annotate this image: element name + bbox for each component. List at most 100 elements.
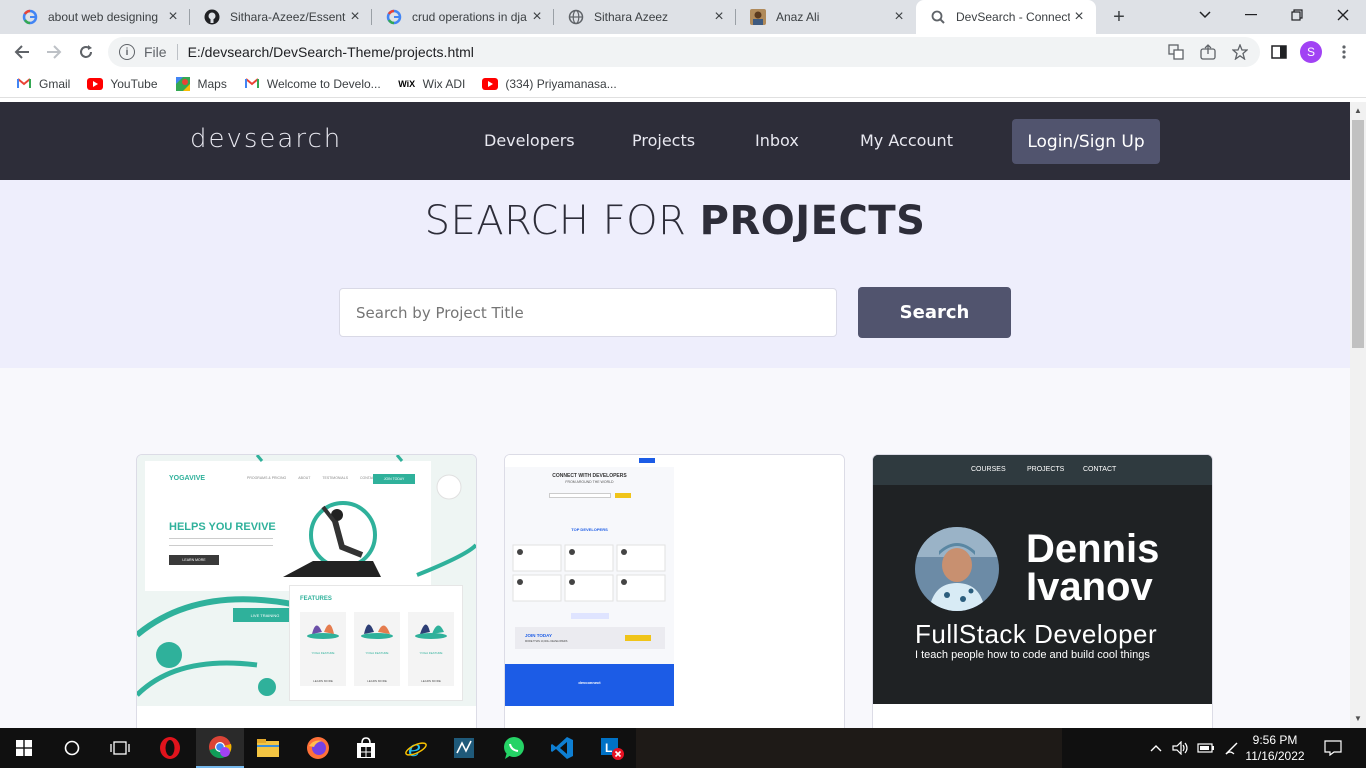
windows-taskbar: e L 9:56 PM 11/16/2022 — [0, 728, 1366, 768]
wix-icon: WiX — [398, 78, 416, 89]
thumb-bottom-strip — [873, 704, 1212, 706]
browser-tab[interactable]: Sithara-Azeez/Essentia × — [190, 0, 372, 34]
thumb-nav-bar: COURSES PROJECTS CONTACT — [873, 455, 1212, 485]
share-icon[interactable] — [1199, 43, 1217, 61]
mysql-workbench-app[interactable] — [440, 728, 488, 768]
nav-link-inbox[interactable]: Inbox — [755, 131, 799, 150]
tab-title: crud operations in dja — [412, 10, 527, 24]
browser-tab[interactable]: Anaz Ali × — [736, 0, 916, 34]
thumb-join-button — [625, 635, 651, 641]
protocol-label: File — [144, 44, 167, 60]
nav-link-developers[interactable]: Developers — [484, 131, 575, 150]
minimize-button[interactable] — [1228, 0, 1274, 30]
youtube-icon — [87, 77, 104, 91]
vscode-app[interactable] — [538, 728, 586, 768]
star-icon[interactable] — [1231, 43, 1249, 61]
project-card[interactable]: YOGAVIVE PROGRAMS & PRICING ABOUT TESTIM… — [136, 454, 477, 728]
start-button[interactable] — [0, 728, 48, 768]
page-scrollbar[interactable]: ▲ ▼ — [1350, 102, 1366, 728]
bookmark-maps[interactable]: Maps — [175, 76, 227, 91]
projects-list: YOGAVIVE PROGRAMS & PRICING ABOUT TESTIM… — [0, 368, 1350, 728]
close-icon[interactable]: × — [890, 8, 908, 26]
site-logo[interactable]: devsearch — [190, 124, 342, 154]
battery-button[interactable] — [1197, 728, 1215, 768]
feature-tile: YOGA FEATURE LEARN MORE — [354, 612, 400, 686]
profile-name-line1: Dennis — [1026, 527, 1160, 571]
feature-tile: YOGA FEATURE LEARN MORE — [300, 612, 346, 686]
tab-title: Anaz Ali — [776, 10, 820, 24]
search-icon — [930, 9, 946, 25]
nav-link-my-account[interactable]: My Account — [860, 131, 953, 150]
bookmark-label: YouTube — [110, 76, 158, 91]
scroll-down-arrow[interactable]: ▼ — [1354, 714, 1362, 723]
thumb-search — [549, 493, 611, 498]
close-icon[interactable]: × — [1070, 8, 1088, 26]
features-title: FEATURES — [300, 596, 332, 602]
restore-button[interactable] — [1274, 0, 1320, 30]
whatsapp-app[interactable] — [490, 728, 538, 768]
bookmark-priyamanasa[interactable]: (334) Priyamanasa... — [482, 77, 617, 91]
task-view-button[interactable] — [96, 728, 144, 768]
mysql-icon — [454, 738, 474, 758]
file-explorer-app[interactable] — [244, 728, 292, 768]
browser-tab[interactable]: crud operations in dja × — [372, 0, 554, 34]
login-signup-button[interactable]: Login/Sign Up — [1012, 119, 1160, 164]
close-icon[interactable]: × — [528, 8, 546, 26]
search-button[interactable] — [48, 728, 96, 768]
lync-app[interactable]: L — [588, 728, 636, 768]
windows-icon — [16, 740, 32, 756]
tab-search-button[interactable] — [1182, 0, 1228, 30]
side-panel-icon[interactable] — [1270, 43, 1288, 61]
pen-button[interactable] — [1224, 728, 1240, 768]
opera-app[interactable] — [146, 728, 194, 768]
project-thumbnail[interactable]: YOGAVIVE PROGRAMS & PRICING ABOUT TESTIM… — [137, 455, 476, 706]
firefox-app[interactable] — [294, 728, 342, 768]
thumb-header — [505, 455, 674, 467]
chrome-app[interactable] — [196, 728, 244, 768]
project-search-input[interactable] — [339, 288, 837, 337]
scroll-up-arrow[interactable]: ▲ — [1354, 106, 1362, 115]
cortana-icon — [64, 740, 80, 756]
system-clock[interactable]: 9:56 PM 11/16/2022 — [1240, 732, 1310, 764]
avatar-icon — [750, 9, 766, 25]
store-app[interactable] — [342, 728, 390, 768]
bookmark-wix[interactable]: WiX Wix ADI — [398, 77, 465, 91]
page-title: SEARCH FOR PROJECTS — [0, 198, 1350, 244]
scrollbar-thumb[interactable] — [1352, 120, 1364, 348]
bookmark-welcome[interactable]: Welcome to Develo... — [244, 77, 381, 91]
globe-icon — [568, 9, 584, 25]
translate-icon[interactable] — [1167, 43, 1185, 61]
close-window-button[interactable] — [1320, 0, 1366, 30]
notifications-button[interactable] — [1324, 728, 1342, 768]
opera-icon — [160, 737, 180, 759]
bookmark-gmail[interactable]: Gmail — [16, 77, 70, 91]
nav-link-projects[interactable]: Projects — [632, 131, 695, 150]
project-thumbnail[interactable]: COURSES PROJECTS CONTACT Dennis Ivanov F… — [873, 455, 1212, 706]
bookmark-label: Gmail — [39, 76, 71, 91]
browser-tab[interactable]: Sithara Azeez × — [554, 0, 736, 34]
info-icon[interactable]: i — [119, 44, 135, 60]
profile-avatar[interactable]: S — [1300, 41, 1322, 63]
divider — [176, 44, 178, 60]
volume-button[interactable] — [1172, 728, 1190, 768]
reload-button[interactable] — [74, 41, 98, 63]
forward-button[interactable] — [42, 41, 66, 63]
close-icon[interactable]: × — [346, 8, 364, 26]
project-thumbnail[interactable]: CONNECT WITH DEVELOPERS FROM AROUND THE … — [505, 455, 844, 706]
address-bar[interactable]: i File E:/devsearch/DevSearch-Theme/proj… — [108, 37, 1260, 67]
new-tab-button[interactable]: + — [1108, 6, 1130, 28]
feature-illustration — [361, 624, 393, 639]
bookmark-youtube[interactable]: YouTube — [87, 76, 158, 91]
browser-tab[interactable]: about web designing × — [8, 0, 190, 34]
project-card[interactable]: COURSES PROJECTS CONTACT Dennis Ivanov F… — [872, 454, 1213, 728]
url-text[interactable]: E:/devsearch/DevSearch-Theme/projects.ht… — [188, 44, 474, 60]
close-icon[interactable]: × — [164, 8, 182, 26]
search-button[interactable]: Search — [858, 287, 1011, 338]
tray-chevron[interactable] — [1150, 728, 1162, 768]
browser-tab-active[interactable]: DevSearch - Connect × — [916, 0, 1096, 34]
close-icon[interactable]: × — [710, 8, 728, 26]
back-button[interactable] — [10, 41, 34, 63]
project-card[interactable]: CONNECT WITH DEVELOPERS FROM AROUND THE … — [504, 454, 845, 728]
menu-icon[interactable] — [1335, 43, 1353, 61]
internet-explorer-app[interactable]: e — [392, 728, 440, 768]
